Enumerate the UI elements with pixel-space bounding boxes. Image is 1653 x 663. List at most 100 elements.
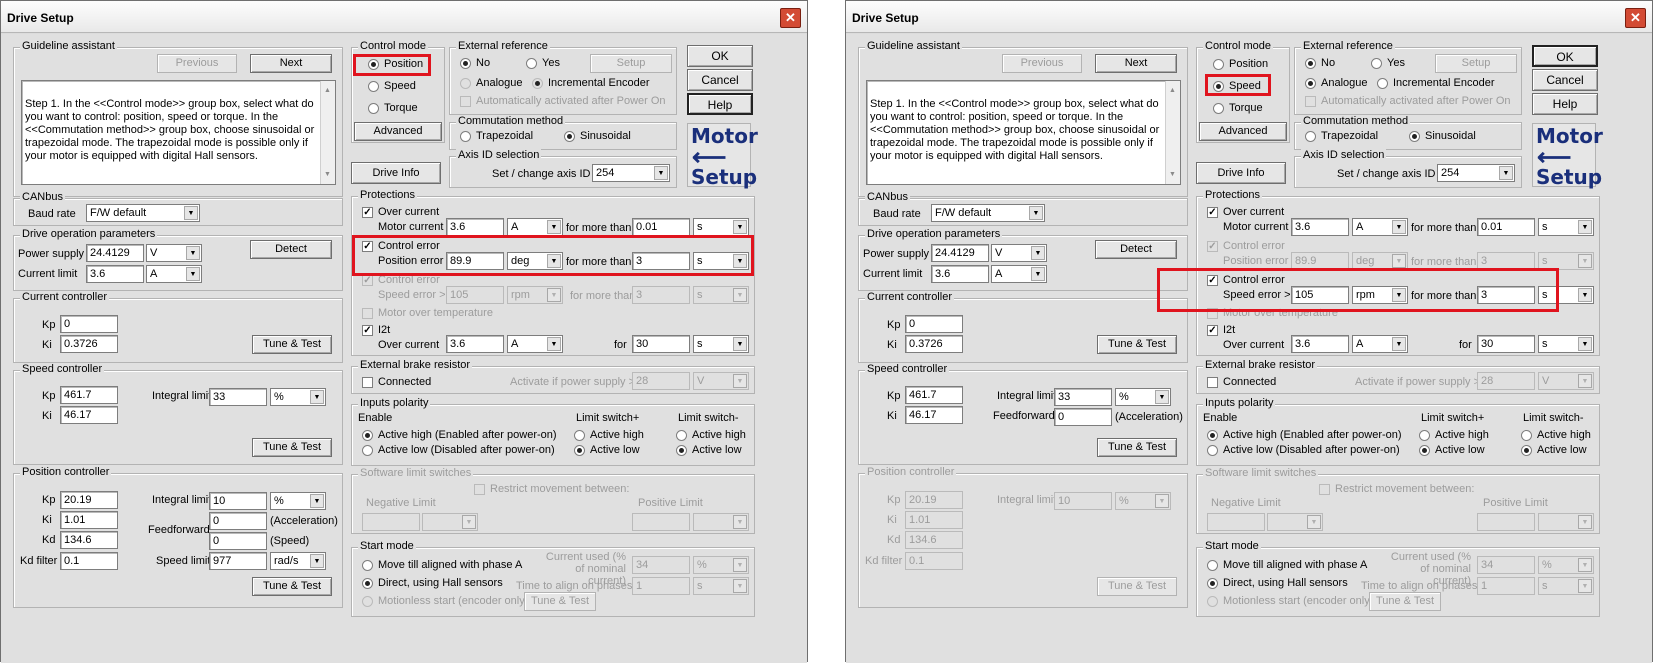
move-aligned-radio[interactable] xyxy=(1207,560,1218,571)
dropdown-arrow-icon[interactable]: ▼ xyxy=(1029,206,1043,220)
time-align-unit[interactable]: s ▼ xyxy=(693,577,749,595)
tune-test-button[interactable]: Tune & Test xyxy=(252,577,332,596)
i2t-time-field[interactable]: 30 xyxy=(1477,335,1535,353)
current-limit-field[interactable]: 3.6 xyxy=(931,265,989,283)
dropdown-arrow-icon[interactable]: ▼ xyxy=(1499,166,1513,180)
incremental-radio[interactable] xyxy=(1377,78,1388,89)
dropdown-arrow-icon[interactable]: ▼ xyxy=(547,220,561,234)
dropdown-arrow-icon[interactable]: ▼ xyxy=(1392,254,1406,268)
dropdown-arrow-icon[interactable]: ▼ xyxy=(186,246,200,260)
vertical-scrollbar[interactable]: ▲ ▼ xyxy=(320,81,335,184)
vertical-scrollbar[interactable]: ▲ ▼ xyxy=(1165,81,1180,184)
over-current-unit-select[interactable]: A ▼ xyxy=(507,218,563,236)
direct-hall-radio[interactable] xyxy=(362,578,373,589)
brake-connected-checkbox[interactable] xyxy=(362,377,373,388)
analogue-radio[interactable] xyxy=(1305,78,1316,89)
power-supply-field[interactable]: 24.4129 xyxy=(86,244,144,262)
ext-yes-radio[interactable] xyxy=(1371,58,1382,69)
ext-yes-radio[interactable] xyxy=(526,58,537,69)
lsm-active-low-radio[interactable] xyxy=(1521,445,1532,456)
detect-button[interactable]: Detect xyxy=(250,240,332,259)
ext-no-radio[interactable] xyxy=(1305,58,1316,69)
dropdown-arrow-icon[interactable]: ▼ xyxy=(1578,337,1592,351)
time-align-unit[interactable]: s ▼ xyxy=(1538,577,1594,595)
dropdown-arrow-icon[interactable]: ▼ xyxy=(733,515,747,529)
motor-setup-logo[interactable]: Motor ⟵ Setup xyxy=(687,123,758,189)
current-unit-select[interactable]: A ▼ xyxy=(991,265,1047,283)
speed-integral-field[interactable]: 33 xyxy=(209,388,267,406)
dropdown-arrow-icon[interactable]: ▼ xyxy=(1307,515,1321,529)
dropdown-arrow-icon[interactable]: ▼ xyxy=(733,337,747,351)
dropdown-arrow-icon[interactable]: ▼ xyxy=(184,206,198,220)
position-kd-field[interactable]: 134.6 xyxy=(60,531,118,549)
help-button[interactable]: Help xyxy=(687,93,753,115)
axis-id-select[interactable]: 254 ▼ xyxy=(1437,164,1515,182)
brake-connected-checkbox[interactable] xyxy=(1207,377,1218,388)
next-button[interactable]: Next xyxy=(1095,54,1177,73)
position-kd-field[interactable]: 134.6 xyxy=(905,531,963,549)
i2t-time-unit[interactable]: s ▼ xyxy=(1538,335,1594,353)
negative-limit-unit[interactable]: ▼ xyxy=(1267,513,1323,531)
dropdown-arrow-icon[interactable]: ▼ xyxy=(733,220,747,234)
auto-activate-checkbox[interactable] xyxy=(1305,96,1316,107)
enable-active-high-radio[interactable] xyxy=(1207,430,1218,441)
ext-no-radio[interactable] xyxy=(460,58,471,69)
over-current-checkbox[interactable]: ✓ xyxy=(1207,207,1218,218)
i2t-unit-select[interactable]: A ▼ xyxy=(507,335,563,353)
speed-kp-field[interactable]: 461.7 xyxy=(905,386,963,404)
speed-integral-unit-select[interactable]: % ▼ xyxy=(270,388,326,406)
current-kp-field[interactable]: 0 xyxy=(905,315,963,333)
motionless-radio[interactable] xyxy=(1207,596,1218,607)
negative-limit-unit[interactable]: ▼ xyxy=(422,513,478,531)
dropdown-arrow-icon[interactable]: ▼ xyxy=(733,579,747,593)
dropdown-arrow-icon[interactable]: ▼ xyxy=(1392,337,1406,351)
drive-info-button[interactable]: Drive Info xyxy=(1196,162,1286,184)
lsp-active-high-radio[interactable] xyxy=(574,430,585,441)
over-current-time-field[interactable]: 0.01 xyxy=(1477,218,1535,236)
enable-active-high-radio[interactable] xyxy=(362,430,373,441)
dropdown-arrow-icon[interactable]: ▼ xyxy=(1578,515,1592,529)
dropdown-arrow-icon[interactable]: ▼ xyxy=(733,288,747,302)
current-used-unit[interactable]: % ▼ xyxy=(1538,556,1594,574)
speed-limit-field[interactable]: 977 xyxy=(209,552,267,570)
i2t-unit-select[interactable]: A ▼ xyxy=(1352,335,1408,353)
positive-limit-unit[interactable]: ▼ xyxy=(693,513,749,531)
dropdown-arrow-icon[interactable]: ▼ xyxy=(1578,254,1592,268)
power-unit-select[interactable]: V ▼ xyxy=(991,244,1047,262)
tune-test-button-disabled[interactable]: Tune & Test xyxy=(1369,592,1441,611)
setup-button[interactable]: Setup xyxy=(590,54,672,73)
restrict-checkbox[interactable] xyxy=(1319,484,1330,495)
speed-ki-field[interactable]: 46.17 xyxy=(905,406,963,424)
current-kp-field[interactable]: 0 xyxy=(60,315,118,333)
motor-temp-checkbox[interactable] xyxy=(362,308,373,319)
current-used-field[interactable]: 34 xyxy=(1477,556,1535,574)
over-current-unit-select[interactable]: A ▼ xyxy=(1352,218,1408,236)
tune-test-button[interactable]: Tune & Test xyxy=(252,335,332,354)
baud-rate-select[interactable]: F/W default ▼ xyxy=(931,204,1045,222)
position-ki-field[interactable]: 1.01 xyxy=(60,511,118,529)
ok-button[interactable]: OK xyxy=(1532,45,1598,67)
scroll-down-icon[interactable]: ▼ xyxy=(324,168,331,181)
scroll-up-icon[interactable]: ▲ xyxy=(1169,84,1176,97)
dropdown-arrow-icon[interactable]: ▼ xyxy=(1578,558,1592,572)
i2t-time-unit[interactable]: s ▼ xyxy=(693,335,749,353)
lsp-active-high-radio[interactable] xyxy=(1419,430,1430,441)
positive-limit-field[interactable] xyxy=(1477,513,1535,531)
dropdown-arrow-icon[interactable]: ▼ xyxy=(733,374,747,388)
trapezoidal-radio[interactable] xyxy=(460,131,471,142)
dropdown-arrow-icon[interactable]: ▼ xyxy=(1578,579,1592,593)
position-integral-unit-select[interactable]: % ▼ xyxy=(1115,492,1171,510)
dropdown-arrow-icon[interactable]: ▼ xyxy=(1578,374,1592,388)
enable-active-low-radio[interactable] xyxy=(362,445,373,456)
speed-error-checkbox[interactable]: ✓ xyxy=(362,275,373,286)
speed-error-time-field[interactable]: 3 xyxy=(632,286,690,304)
position-integral-field[interactable]: 10 xyxy=(209,492,267,510)
dropdown-arrow-icon[interactable]: ▼ xyxy=(1031,267,1045,281)
position-ki-field[interactable]: 1.01 xyxy=(905,511,963,529)
position-kdf-field[interactable]: 0.1 xyxy=(905,552,963,570)
torque-radio[interactable] xyxy=(1213,103,1224,114)
setup-button[interactable]: Setup xyxy=(1435,54,1517,73)
help-button[interactable]: Help xyxy=(1532,93,1598,115)
detect-button[interactable]: Detect xyxy=(1095,240,1177,259)
speed-limit-unit-select[interactable]: rad/s ▼ xyxy=(270,552,326,570)
